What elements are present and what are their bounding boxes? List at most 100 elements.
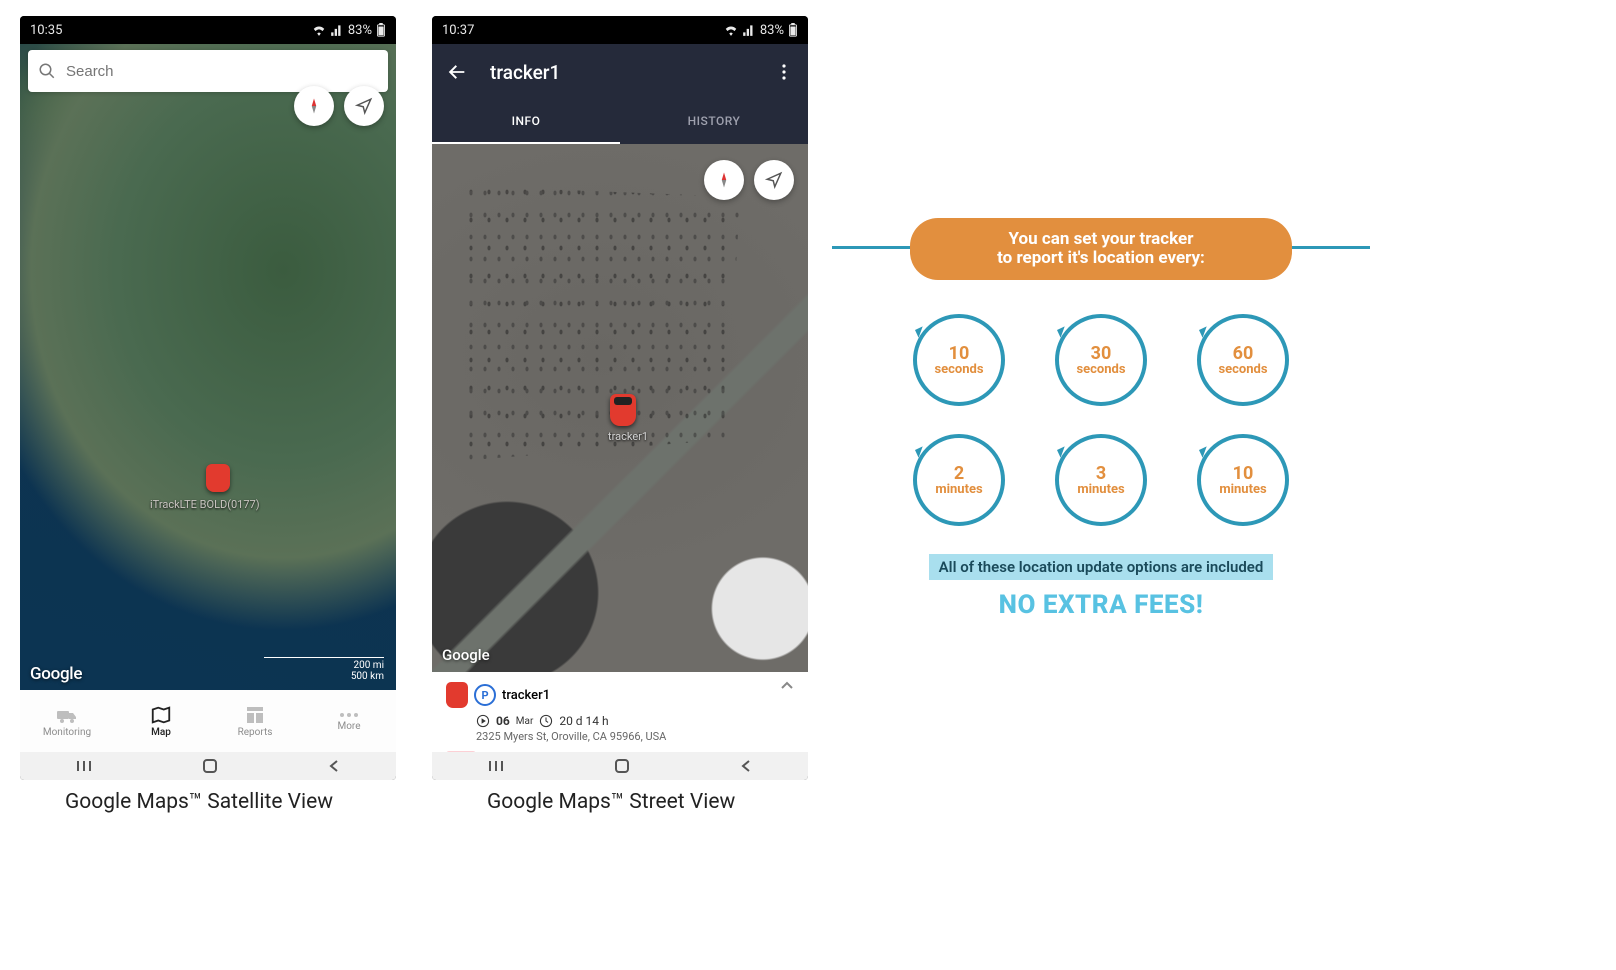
recents-icon[interactable]: [487, 759, 505, 773]
locate-button[interactable]: [754, 160, 794, 200]
search-input[interactable]: [64, 62, 378, 81]
tab-monitoring[interactable]: Monitoring: [20, 690, 114, 752]
interval-num: 2: [954, 465, 964, 483]
overflow-button[interactable]: [774, 62, 794, 82]
interval-row-2: 2minutes 3minutes 10minutes: [840, 434, 1362, 526]
compass-button[interactable]: [704, 160, 744, 200]
phone-satellite-view: 10:35 83% iTrackLTE BOLD(0177) Google 20…: [20, 16, 396, 780]
compass-icon: [305, 97, 323, 115]
tab-label: Map: [151, 727, 171, 738]
caption-street: Google Maps™ Street View: [487, 790, 735, 814]
tracker-name: tracker1: [502, 688, 550, 703]
map-terrain: [20, 44, 396, 690]
location-arrow-icon: [355, 97, 373, 115]
back-icon[interactable]: [739, 759, 753, 773]
interval-unit: minutes: [1077, 483, 1124, 496]
tab-history[interactable]: HISTORY: [620, 100, 808, 144]
battery-percent: 83%: [348, 23, 372, 38]
banner-line1: You can set your tracker: [910, 230, 1292, 249]
tab-map[interactable]: Map: [114, 690, 208, 752]
bottom-tabs: Monitoring Map Reports More: [20, 690, 396, 752]
search-icon: [38, 62, 56, 80]
detail-tabs: INFO HISTORY: [432, 100, 808, 144]
tab-label: More: [337, 721, 360, 732]
android-navbar: [20, 752, 396, 780]
map-float-buttons: [704, 160, 794, 200]
status-bar: 10:35 83%: [20, 16, 396, 44]
compass-icon: [715, 171, 733, 189]
infographic: You can set your tracker to report it's …: [840, 218, 1362, 620]
satellite-map[interactable]: iTrackLTE BOLD(0177) Google 200 mi 500 k…: [20, 44, 396, 690]
truck-icon: [55, 705, 79, 725]
car-icon: [446, 682, 468, 708]
interval-unit: minutes: [1219, 483, 1266, 496]
phone-street-view: 10:37 83% tracker1 INFO HISTORY: [432, 16, 808, 780]
status-time: 10:37: [442, 23, 474, 38]
tab-info[interactable]: INFO: [432, 100, 620, 144]
battery-percent: 83%: [760, 23, 784, 38]
aerial-map[interactable]: tracker1 Google: [432, 144, 808, 672]
signal-icon: [742, 24, 756, 36]
status-right: 83%: [724, 23, 798, 38]
recents-icon[interactable]: [75, 759, 93, 773]
date-day: 06: [496, 714, 510, 728]
tab-label: Monitoring: [43, 727, 91, 738]
back-icon[interactable]: [327, 759, 341, 773]
interval-option: 2minutes: [913, 434, 1005, 526]
banner-callout: You can set your tracker to report it's …: [910, 218, 1292, 280]
date-month: Mar: [516, 716, 534, 727]
interval-num: 10: [1233, 465, 1254, 483]
battery-icon: [376, 23, 386, 37]
home-icon[interactable]: [614, 758, 630, 774]
compass-button[interactable]: [294, 86, 334, 126]
parked-badge: P: [474, 684, 496, 706]
status-bar: 10:37 83%: [432, 16, 808, 44]
tracker-pin-icon[interactable]: [610, 394, 636, 426]
tracker-pin-icon[interactable]: [206, 464, 230, 492]
google-logo: Google: [30, 664, 82, 684]
scale-miles: 200 mi: [264, 660, 384, 671]
interval-option: 30seconds: [1055, 314, 1147, 406]
play-circle-icon: [476, 714, 490, 728]
page-title: tracker1: [490, 61, 560, 84]
tab-more[interactable]: More: [302, 690, 396, 752]
map-scale: 200 mi 500 km: [264, 657, 384, 682]
locate-button[interactable]: [344, 86, 384, 126]
interval-option: 3minutes: [1055, 434, 1147, 526]
tab-label: Reports: [238, 727, 273, 738]
interval-unit: seconds: [934, 363, 983, 376]
interval-num: 60: [1233, 345, 1254, 363]
app-bar: tracker1 INFO HISTORY: [432, 44, 808, 144]
back-button[interactable]: [446, 61, 468, 83]
android-navbar: [432, 752, 808, 780]
map-float-buttons: [294, 86, 384, 126]
tab-reports[interactable]: Reports: [208, 690, 302, 752]
interval-option: 60seconds: [1197, 314, 1289, 406]
interval-option: 10seconds: [913, 314, 1005, 406]
more-icon: [338, 711, 360, 719]
reports-icon: [245, 705, 265, 725]
status-time: 10:35: [30, 23, 62, 38]
interval-num: 30: [1091, 345, 1112, 363]
chevron-up-icon[interactable]: [780, 680, 794, 690]
interval-unit: seconds: [1076, 363, 1125, 376]
interval-option: 10minutes: [1197, 434, 1289, 526]
signal-icon: [330, 24, 344, 36]
status-right: 83%: [312, 23, 386, 38]
battery-icon: [788, 23, 798, 37]
google-logo: Google: [442, 646, 490, 664]
map-icon: [150, 705, 172, 725]
home-icon[interactable]: [202, 758, 218, 774]
interval-row-1: 10seconds 30seconds 60seconds: [840, 314, 1362, 406]
interval-num: 3: [1096, 465, 1106, 483]
scale-km: 500 km: [264, 671, 384, 682]
wifi-icon: [312, 24, 326, 36]
interval-num: 10: [949, 345, 970, 363]
included-note: All of these location update options are…: [929, 554, 1274, 580]
interval-unit: seconds: [1218, 363, 1267, 376]
interval-unit: minutes: [935, 483, 982, 496]
location-arrow-icon: [765, 171, 783, 189]
banner-line2: to report it's location every:: [910, 249, 1292, 268]
wifi-icon: [724, 24, 738, 36]
duration: 20 d 14 h: [559, 714, 608, 728]
